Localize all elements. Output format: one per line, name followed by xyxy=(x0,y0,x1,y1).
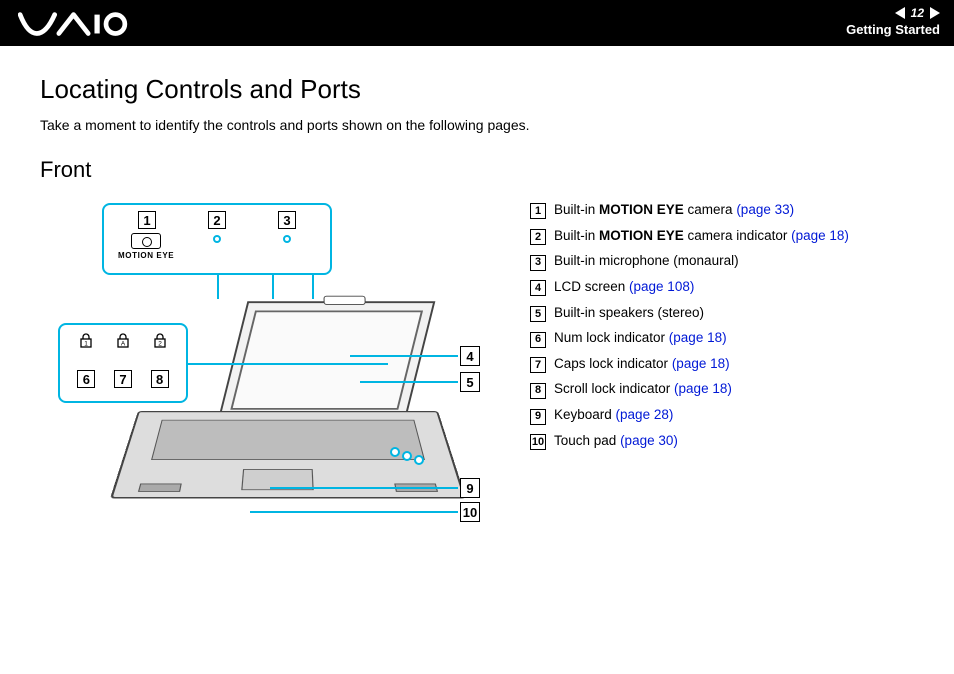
legend-text: Built-in MOTION EYE camera (page 33) xyxy=(554,197,794,223)
keyboard-area xyxy=(151,420,425,460)
callout-num-7: 7 xyxy=(114,370,132,388)
nav-next-icon[interactable] xyxy=(930,7,940,19)
motion-eye-label: MOTION EYE xyxy=(118,251,174,260)
legend-number: 6 xyxy=(530,332,546,348)
legend-number: 3 xyxy=(530,255,546,271)
legend-number: 5 xyxy=(530,306,546,322)
callout-top: 1 2 3 MOTION EYE xyxy=(102,203,332,275)
page-reference-link[interactable]: (page 18) xyxy=(672,356,730,371)
laptop-base xyxy=(110,411,466,499)
led-icon xyxy=(390,447,400,457)
leader-line xyxy=(250,511,458,513)
page-reference-link[interactable]: (page 30) xyxy=(620,433,678,448)
mic-dot-icon xyxy=(283,235,291,243)
side-num-5: 5 xyxy=(460,372,480,392)
svg-text:A: A xyxy=(121,341,126,348)
legend-item: 7 Caps lock indicator (page 18) xyxy=(530,351,849,377)
page-reference-link[interactable]: (page 18) xyxy=(669,330,727,345)
legend-item: 9 Keyboard (page 28) xyxy=(530,402,849,428)
leader-line xyxy=(350,355,458,357)
page-reference-link[interactable]: (page 108) xyxy=(629,279,694,294)
legend-item: 2 Built-in MOTION EYE camera indicator (p… xyxy=(530,223,849,249)
legend-number: 1 xyxy=(530,203,546,219)
vaio-logo xyxy=(18,8,128,43)
legend-item: 6 Num lock indicator (page 18) xyxy=(530,325,849,351)
legend-text: Caps lock indicator (page 18) xyxy=(554,351,730,377)
legend-number: 4 xyxy=(530,280,546,296)
leader-line xyxy=(360,381,458,383)
legend-item: 8 Scroll lock indicator (page 18) xyxy=(530,376,849,402)
subsection-title: Front xyxy=(40,157,914,183)
legend-item: 4 LCD screen (page 108) xyxy=(530,274,849,300)
leader-line xyxy=(188,363,388,365)
legend-number: 8 xyxy=(530,383,546,399)
legend-item: 5 Built-in speakers (stereo) xyxy=(530,300,849,326)
page-root: 12 Getting Started Locating Controls and… xyxy=(0,0,954,674)
legend-text: Built-in speakers (stereo) xyxy=(554,300,704,326)
callout-num-2: 2 xyxy=(208,211,226,229)
legend-list: 1 Built-in MOTION EYE camera (page 33) 2 Bu… xyxy=(530,197,849,453)
legend-text: Touch pad (page 30) xyxy=(554,428,678,454)
camera-strip xyxy=(323,296,365,305)
page-reference-link[interactable]: (page 18) xyxy=(674,381,732,396)
legend-number: 7 xyxy=(530,357,546,373)
legend-text: Num lock indicator (page 18) xyxy=(554,325,727,351)
svg-text:1: 1 xyxy=(85,341,89,348)
nav-prev-icon[interactable] xyxy=(895,7,905,19)
leader-line xyxy=(270,487,458,489)
numlock-icon: 1 xyxy=(78,333,94,352)
legend-text: LCD screen (page 108) xyxy=(554,274,694,300)
legend-item: 1 Built-in MOTION EYE camera (page 33) xyxy=(530,197,849,223)
led-icon xyxy=(414,455,424,465)
legend-text: Built-in MOTION EYE camera indicator (pa… xyxy=(554,223,849,249)
indicator-dot-icon xyxy=(213,235,221,243)
callout-num-6: 6 xyxy=(77,370,95,388)
page-reference-link[interactable]: (page 18) xyxy=(791,228,849,243)
capslock-icon: A xyxy=(115,333,131,352)
lcd-screen xyxy=(218,301,435,419)
legend-item: 10 Touch pad (page 30) xyxy=(530,428,849,454)
callout-num-1: 1 xyxy=(138,211,156,229)
motion-eye-icon: MOTION EYE xyxy=(118,233,174,260)
front-diagram: 1 2 3 MOTION EYE xyxy=(40,197,500,577)
legend-number: 10 xyxy=(530,434,546,450)
legend-text: Keyboard (page 28) xyxy=(554,402,673,428)
legend-item: 3 Built-in microphone (monaural) xyxy=(530,248,849,274)
page-reference-link[interactable]: (page 28) xyxy=(616,407,674,422)
side-num-10: 10 xyxy=(460,502,480,522)
speaker-left xyxy=(138,484,182,492)
side-num-4: 4 xyxy=(460,346,480,366)
legend-text: Scroll lock indicator (page 18) xyxy=(554,376,732,402)
header-nav: 12 Getting Started xyxy=(846,6,940,37)
legend-number: 9 xyxy=(530,409,546,425)
legend-text: Built-in microphone (monaural) xyxy=(554,248,739,274)
header-bar: 12 Getting Started xyxy=(0,0,954,46)
content: Locating Controls and Ports Take a momen… xyxy=(0,46,954,577)
section-label: Getting Started xyxy=(846,22,940,37)
callout-num-3: 3 xyxy=(278,211,296,229)
page-title: Locating Controls and Ports xyxy=(40,74,914,105)
page-reference-link[interactable]: (page 33) xyxy=(736,202,794,217)
page-number: 12 xyxy=(911,6,924,20)
side-num-9: 9 xyxy=(460,478,480,498)
intro-text: Take a moment to identify the controls a… xyxy=(40,117,914,133)
led-icon xyxy=(402,451,412,461)
legend-number: 2 xyxy=(530,229,546,245)
